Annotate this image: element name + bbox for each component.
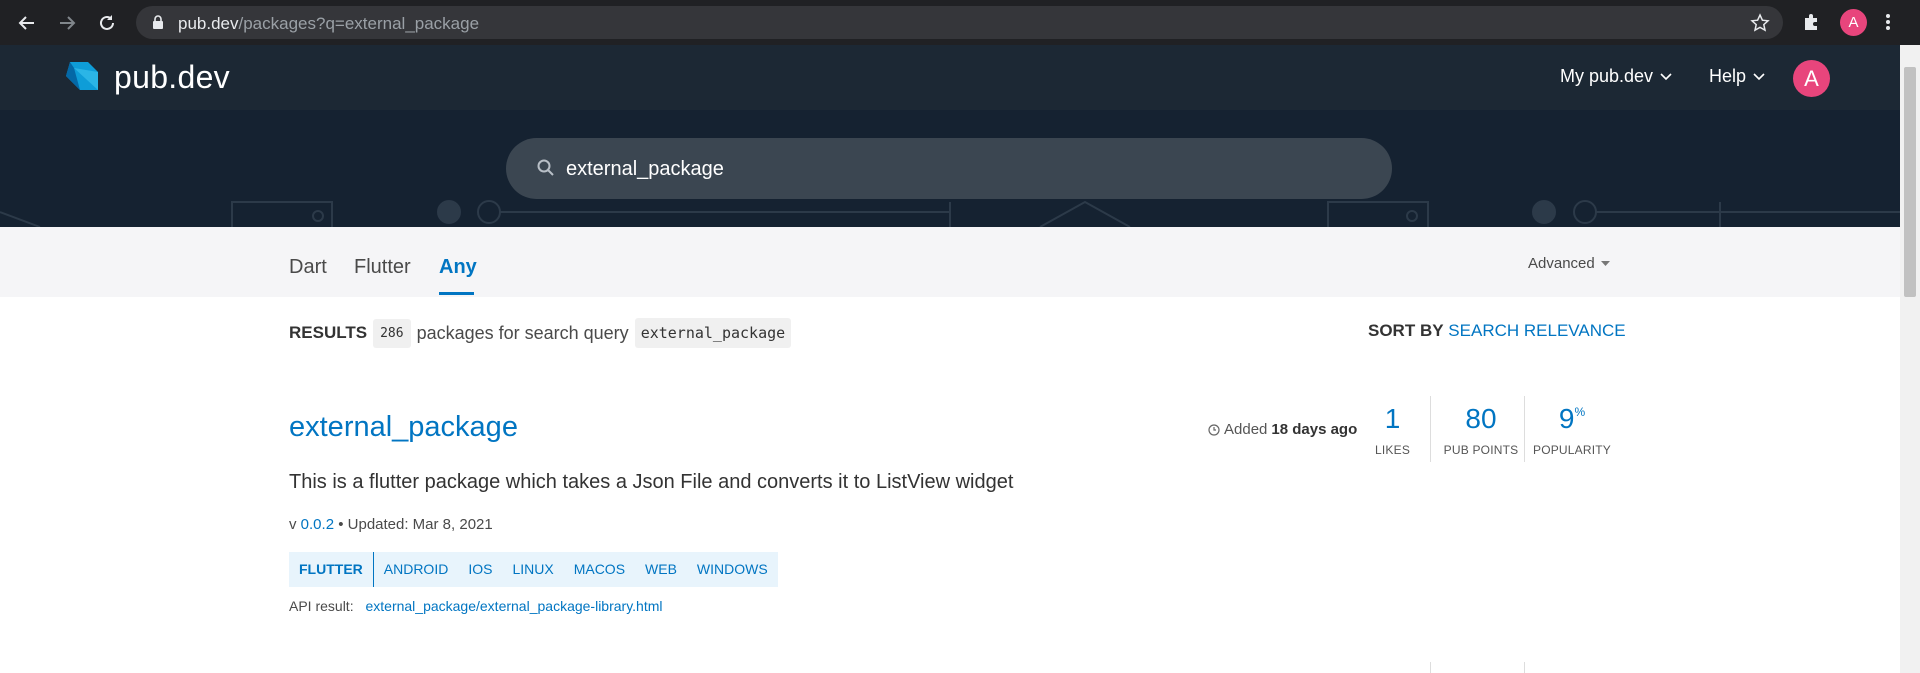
tab-dart[interactable]: Dart [289, 256, 327, 279]
extensions-icon[interactable] [1802, 12, 1822, 32]
advanced-label: Advanced [1528, 255, 1595, 272]
popularity-unit: % [1574, 405, 1586, 419]
added-prefix: Added [1224, 421, 1268, 438]
forward-icon[interactable] [52, 8, 82, 38]
tab-any[interactable]: Any [439, 256, 477, 279]
sort-value[interactable]: SEARCH RELEVANCE [1448, 321, 1625, 340]
likes-value: 1 [1384, 403, 1401, 434]
bookmark-star-icon[interactable] [1750, 13, 1770, 33]
package-version-info: v 0.0.2 • Updated: Mar 8, 2021 [289, 516, 493, 533]
user-avatar[interactable]: A [1793, 60, 1830, 97]
search-box[interactable] [506, 138, 1392, 199]
tag-android[interactable]: ANDROID [374, 552, 459, 587]
added-time: 18 days ago [1271, 421, 1358, 438]
package-description: This is a flutter package which takes a … [289, 471, 1014, 493]
chevron-down-icon [1753, 72, 1765, 80]
results-summary: RESULTS 286 packages for search query ex… [289, 318, 792, 348]
site-header: pub.dev My pub.dev Help A [0, 45, 1900, 110]
version-prefix: v [289, 516, 297, 533]
reload-icon[interactable] [92, 8, 122, 38]
next-item-divider [1430, 662, 1431, 673]
package-title-link[interactable]: external_package [289, 411, 518, 444]
pub-points-value: 80 [1465, 403, 1497, 434]
platform-tags: FLUTTER ANDROID IOS LINUX MACOS WEB WIND… [289, 552, 778, 587]
lock-icon [152, 15, 164, 30]
added-info: Added 18 days ago [1208, 421, 1357, 438]
popularity-score[interactable]: 9% POPULARITY [1531, 403, 1613, 457]
nav-help[interactable]: Help [1709, 66, 1766, 87]
api-result-link[interactable]: external_package/external_package-librar… [365, 598, 662, 614]
profile-avatar[interactable]: A [1840, 9, 1867, 36]
tag-flutter[interactable]: FLUTTER [289, 552, 374, 587]
results-label: RESULTS [289, 323, 368, 342]
nav-my-pubdev[interactable]: My pub.dev [1560, 66, 1673, 87]
tab-flutter[interactable]: Flutter [354, 256, 411, 279]
browser-toolbar: pub.dev/packages?q=external_package A [0, 0, 1920, 45]
caret-down-icon [1600, 260, 1610, 266]
logo-text: pub.dev [114, 58, 230, 95]
pub-points-label: PUB POINTS [1443, 443, 1519, 457]
pub-points-score[interactable]: 80 PUB POINTS [1441, 403, 1521, 457]
tag-ios[interactable]: IOS [458, 552, 502, 587]
sort-label: SORT BY [1368, 321, 1444, 340]
dart-logo-icon [66, 62, 98, 90]
version-link[interactable]: 0.0.2 [301, 516, 334, 533]
tag-windows[interactable]: WINDOWS [687, 552, 778, 587]
chevron-down-icon [1660, 72, 1672, 80]
site-logo[interactable]: pub.dev [62, 58, 230, 96]
next-item-divider [1524, 662, 1525, 673]
updated-date: • Updated: Mar 8, 2021 [338, 516, 493, 533]
api-result: API result: external_package/external_pa… [289, 598, 663, 614]
api-result-label: API result: [289, 598, 354, 614]
scrollbar-thumb[interactable] [1904, 67, 1916, 297]
likes-label: LIKES [1375, 443, 1411, 457]
active-tab-indicator [439, 292, 474, 295]
popularity-value: 9 [1558, 403, 1575, 434]
score-divider [1524, 396, 1525, 462]
results-query: external_package [634, 318, 792, 348]
tag-linux[interactable]: LINUX [502, 552, 563, 587]
clock-icon [1208, 423, 1220, 436]
search-input[interactable] [566, 152, 1346, 186]
url-text: pub.dev/packages?q=external_package [178, 14, 480, 33]
menu-kebab-icon[interactable] [1885, 12, 1891, 32]
advanced-button[interactable]: Advanced [1528, 255, 1610, 272]
score-divider [1430, 396, 1431, 462]
search-banner [0, 110, 1900, 227]
results-text: packages for search query [416, 322, 629, 343]
address-bar[interactable]: pub.dev/packages?q=external_package [136, 6, 1783, 39]
results-count: 286 [373, 318, 411, 348]
back-icon[interactable] [12, 8, 42, 38]
popularity-label: POPULARITY [1532, 443, 1612, 457]
nav-help-label: Help [1709, 66, 1747, 86]
nav-my-pubdev-label: My pub.dev [1560, 66, 1654, 86]
sdk-tabs: Dart Flutter Any Advanced [0, 227, 1900, 297]
likes-score[interactable]: 1 LIKES [1375, 403, 1410, 457]
page-scrollbar[interactable] [1900, 45, 1920, 673]
search-icon [536, 158, 556, 183]
sort-control[interactable]: SORT BY SEARCH RELEVANCE [1368, 321, 1626, 341]
tag-web[interactable]: WEB [635, 552, 687, 587]
tag-macos[interactable]: MACOS [564, 552, 635, 587]
